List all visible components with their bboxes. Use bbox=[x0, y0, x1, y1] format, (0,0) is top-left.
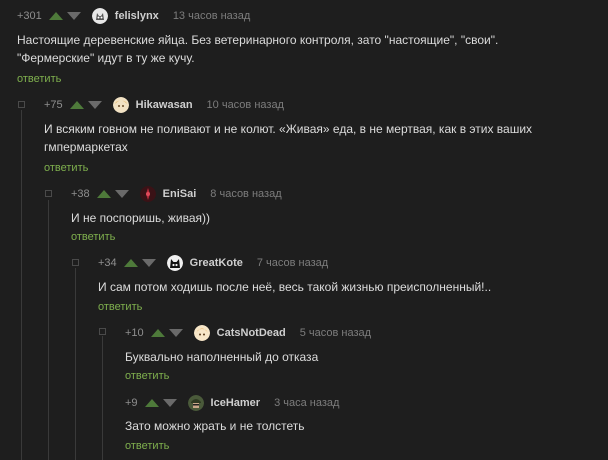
reply-link[interactable]: ответить bbox=[98, 301, 142, 313]
comment-rating: +9 bbox=[125, 397, 138, 409]
thread-line bbox=[75, 268, 76, 460]
comment-text: И сам потом ходишь после неё, весь такой… bbox=[98, 278, 491, 296]
collapse-toggle[interactable] bbox=[18, 101, 25, 108]
downvote-icon[interactable] bbox=[168, 329, 183, 337]
upvote-icon[interactable] bbox=[69, 101, 84, 109]
upvote-icon[interactable] bbox=[48, 12, 63, 20]
comment-author[interactable]: EniSai bbox=[163, 188, 197, 200]
comment-text-line: И не поспоришь, живая)) bbox=[71, 211, 210, 225]
comment-text: И не поспоришь, живая)) bbox=[71, 209, 210, 227]
comment-rating: +38 bbox=[71, 188, 90, 200]
downvote-icon[interactable] bbox=[162, 399, 177, 407]
comment-rating: +34 bbox=[98, 257, 117, 269]
reply-link[interactable]: ответить bbox=[44, 162, 88, 174]
comment-time: 3 часа назад bbox=[274, 397, 340, 409]
comment-time: 13 часов назад bbox=[172, 10, 251, 22]
upvote-icon[interactable] bbox=[144, 399, 159, 407]
anime-avatar[interactable] bbox=[112, 97, 129, 113]
downvote-icon[interactable] bbox=[141, 259, 156, 267]
reply-link[interactable]: ответить bbox=[71, 231, 115, 243]
downvote-icon[interactable] bbox=[87, 101, 102, 109]
upvote-icon[interactable] bbox=[123, 259, 138, 267]
comment-text-line: "Фермерские" идут в ту же кучу. bbox=[17, 51, 195, 65]
comment-text-line: гмпермаркетах bbox=[44, 140, 128, 154]
comment-text-line: Буквально наполненный до отказа bbox=[125, 350, 319, 364]
collapse-toggle[interactable] bbox=[72, 259, 79, 266]
comment-author[interactable]: CatsNotDead bbox=[217, 327, 286, 339]
thread-line bbox=[21, 110, 22, 460]
comment-text-line: И всяким говном не поливают и не колют. … bbox=[44, 122, 533, 136]
comment-author[interactable]: felislynx bbox=[115, 10, 159, 22]
comment-text: Буквально наполненный до отказа bbox=[125, 348, 318, 366]
comment-time: 7 часов назад bbox=[256, 257, 329, 269]
comment-text-line: Настоящие деревенские яйца. Без ветерина… bbox=[17, 33, 499, 47]
comment-rating: +301 bbox=[17, 10, 42, 22]
soldier-avatar[interactable] bbox=[187, 395, 204, 411]
upvote-icon[interactable] bbox=[96, 190, 111, 198]
comment-text: Настоящие деревенские яйца. Без ветерина… bbox=[17, 31, 498, 67]
comment-rating: +75 bbox=[44, 99, 63, 111]
comment-author[interactable]: IceHamer bbox=[211, 397, 261, 409]
cat-avatar[interactable] bbox=[91, 8, 108, 24]
black-cat-avatar[interactable] bbox=[166, 255, 183, 271]
thread-line bbox=[48, 200, 49, 460]
comment-text-line: Зато можно жрать и не толстеть bbox=[125, 419, 305, 433]
reply-link[interactable]: ответить bbox=[125, 440, 169, 452]
comment-text: И всяким говном не поливают и не колют. … bbox=[44, 120, 532, 156]
comment-time: 8 часов назад bbox=[210, 188, 282, 200]
downvote-icon[interactable] bbox=[66, 12, 81, 20]
comment-text: Зато можно жрать и не толстеть bbox=[125, 417, 305, 435]
collapse-toggle[interactable] bbox=[45, 190, 52, 197]
comment-author[interactable]: GreatKote bbox=[190, 257, 243, 269]
dark-red-avatar[interactable] bbox=[139, 186, 156, 202]
upvote-icon[interactable] bbox=[150, 329, 165, 337]
anime-avatar[interactable] bbox=[193, 325, 210, 341]
comment-text-line: И сам потом ходишь после неё, весь такой… bbox=[98, 280, 492, 294]
collapse-toggle[interactable] bbox=[99, 328, 106, 335]
reply-link[interactable]: ответить bbox=[125, 370, 169, 382]
comment-time: 10 часов назад bbox=[206, 99, 284, 111]
reply-link[interactable]: ответить bbox=[17, 73, 61, 85]
downvote-icon[interactable] bbox=[114, 190, 129, 198]
comment-rating: +10 bbox=[125, 327, 144, 339]
thread-line bbox=[102, 336, 103, 460]
comment-author[interactable]: Hikawasan bbox=[136, 99, 193, 111]
comment-time: 5 часов назад bbox=[299, 327, 372, 339]
